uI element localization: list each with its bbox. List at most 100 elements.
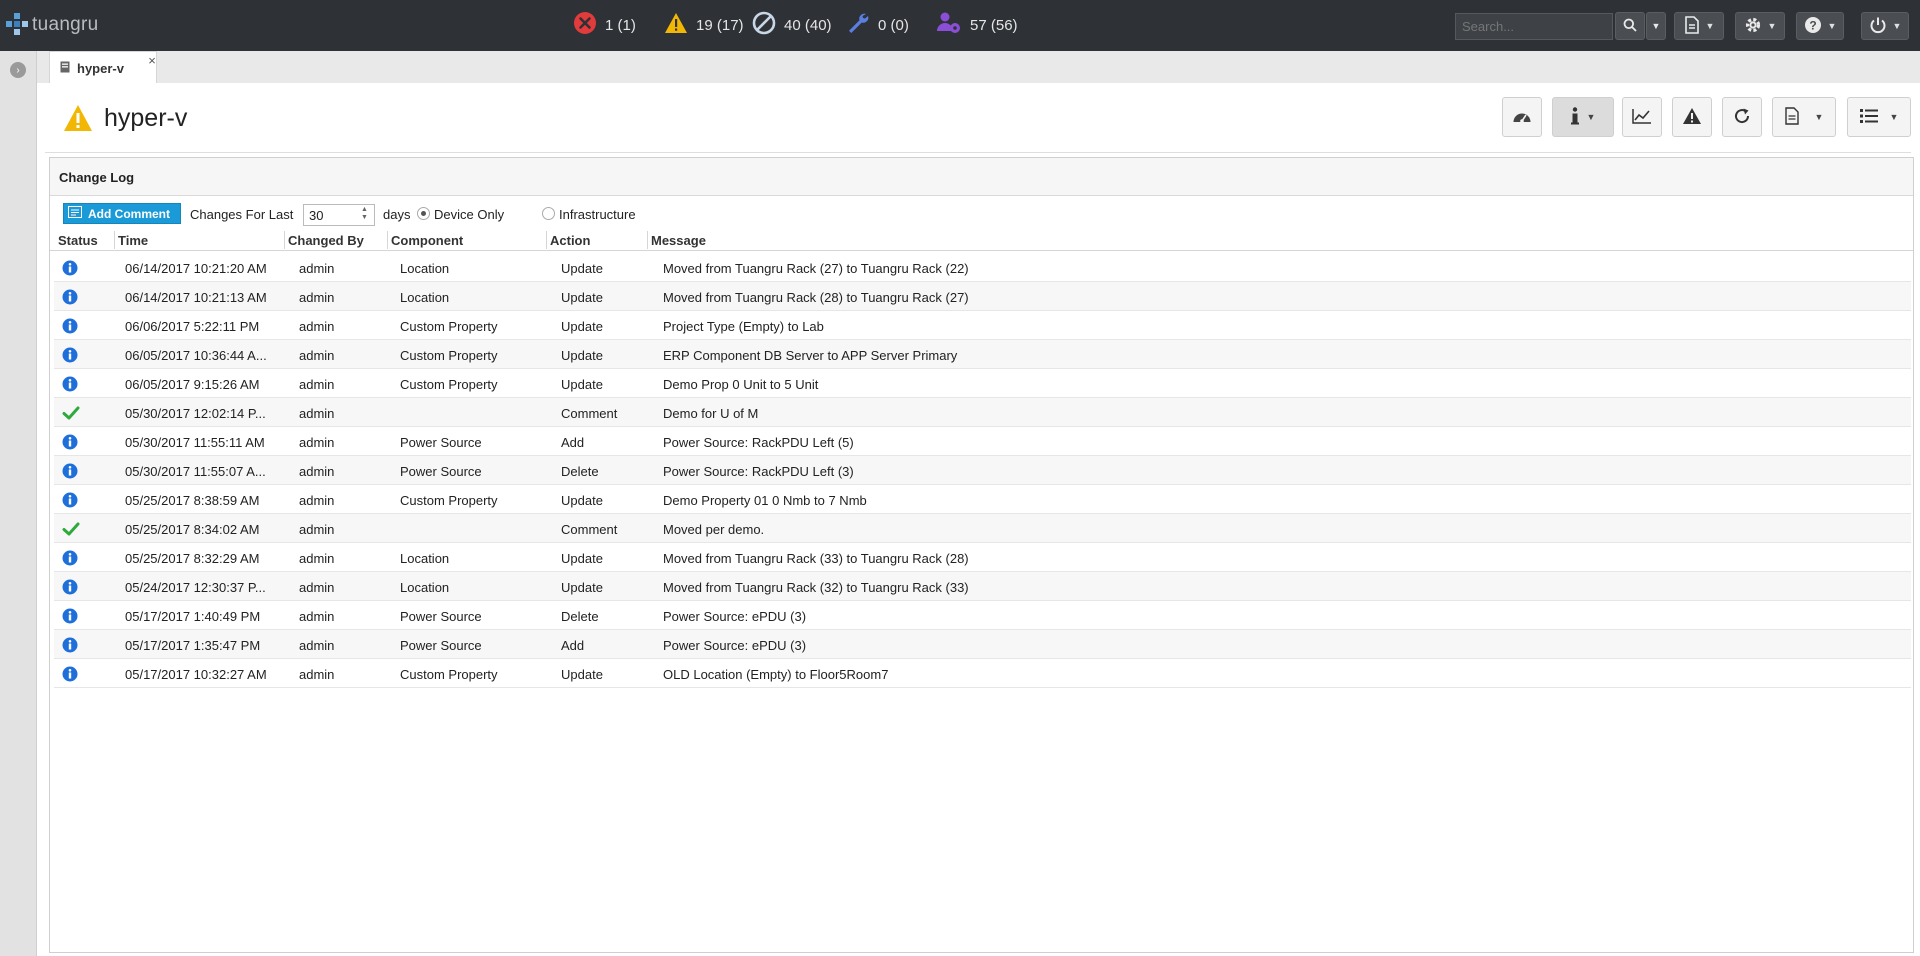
change-log-toolbar: Add Comment Changes For Last ▲ ▼ days De… (50, 196, 1913, 230)
time-cell: 05/30/2017 11:55:11 AM (125, 435, 265, 450)
time-cell: 05/24/2017 12:30:37 P... (125, 580, 266, 595)
settings-menu-button[interactable]: ▼ (1735, 12, 1785, 40)
infrastructure-radio[interactable] (542, 207, 555, 220)
infrastructure-label: Infrastructure (559, 207, 636, 222)
column-divider[interactable] (647, 231, 648, 249)
chevron-down-icon: ▼ (1767, 21, 1777, 31)
column-header-changed-by[interactable]: Changed By (288, 233, 364, 248)
device-only-radio[interactable] (417, 207, 430, 220)
search-options-dropdown[interactable]: ▼ (1646, 12, 1666, 40)
disabled-icon (752, 11, 776, 39)
table-row[interactable]: 05/25/2017 8:34:02 AM admin Comment Moved p… (54, 514, 1911, 543)
info-icon (62, 579, 78, 598)
column-header-action[interactable]: Action (550, 233, 590, 248)
power-menu-button[interactable]: ▼ (1861, 12, 1909, 40)
svg-text:?: ? (1809, 18, 1816, 32)
component-cell: Custom Property (400, 667, 498, 682)
column-header-status[interactable]: Status (58, 233, 98, 248)
changed-by-cell: admin (299, 580, 335, 595)
warning-status[interactable]: 19 (17) (664, 12, 744, 38)
column-divider[interactable] (114, 231, 115, 249)
close-tab-button[interactable]: × (146, 53, 158, 68)
reports-menu-button[interactable]: ▼ (1674, 12, 1724, 40)
search-button[interactable] (1615, 12, 1645, 40)
table-row[interactable]: 06/06/2017 5:22:11 PM admin Custom Propert… (54, 311, 1911, 340)
column-divider[interactable] (284, 231, 285, 249)
component-cell: Location (400, 290, 450, 305)
step-down-icon[interactable]: ▼ (361, 214, 368, 222)
performance-chart-button[interactable] (1622, 97, 1662, 137)
time-cell: 05/17/2017 1:40:49 PM (125, 609, 261, 624)
info-icon (62, 637, 78, 656)
warning-icon (63, 104, 93, 135)
refresh-icon (1733, 107, 1751, 128)
document-icon (1784, 106, 1799, 128)
message-cell: Demo Property 01 0 Nmb to 7 Nmb (663, 493, 867, 508)
message-cell: ERP Component DB Server to APP Server Pr… (663, 348, 958, 363)
alerts-button[interactable] (1672, 97, 1712, 137)
app-logo[interactable]: tuangru (6, 12, 99, 37)
table-row[interactable]: 05/30/2017 12:02:14 P... admin Comment Demo… (54, 398, 1911, 427)
server-icon (60, 61, 70, 76)
days-stepper[interactable]: ▲ ▼ (361, 206, 368, 222)
column-header-message[interactable]: Message (651, 233, 706, 248)
step-up-icon[interactable]: ▲ (361, 206, 368, 214)
search-input[interactable] (1455, 13, 1613, 40)
search-icon (1623, 18, 1637, 35)
add-comment-label: Add Comment (88, 206, 170, 221)
time-cell: 05/30/2017 11:55:07 A... (125, 464, 266, 479)
table-row[interactable]: 06/14/2017 10:21:20 AM admin Location Updat… (54, 253, 1911, 282)
users-count: 57 (56) (970, 16, 1018, 34)
table-row[interactable]: 05/25/2017 8:38:59 AM admin Custom Propert… (54, 485, 1911, 514)
action-cell: Update (561, 319, 603, 334)
action-cell: Update (561, 580, 603, 595)
table-row[interactable]: 06/05/2017 9:15:26 AM admin Custom Propert… (54, 369, 1911, 398)
message-cell: Moved from Tuangru Rack (33) to Tuangru … (663, 551, 969, 566)
tab-hyper-v[interactable]: hyper-v × (49, 51, 157, 84)
action-cell: Update (561, 493, 603, 508)
action-cell: Comment (561, 522, 618, 537)
changed-by-cell: admin (299, 551, 335, 566)
critical-status[interactable]: 1 (1) (573, 12, 636, 38)
table-row[interactable]: 05/30/2017 11:55:07 A... admin Power Sourc… (54, 456, 1911, 485)
table-row[interactable]: 05/25/2017 8:32:29 AM admin Location Update… (54, 543, 1911, 572)
chevron-down-icon: ▼ (1705, 21, 1715, 31)
changed-by-cell: admin (299, 319, 335, 334)
table-row[interactable]: 06/14/2017 10:21:13 AM admin Location Updat… (54, 282, 1911, 311)
changed-by-cell: admin (299, 290, 335, 305)
column-divider[interactable] (387, 231, 388, 249)
report-button[interactable]: ▼ (1772, 97, 1836, 137)
message-cell: Moved per demo. (663, 522, 765, 537)
component-cell: Power Source (400, 609, 482, 624)
dashboard-button[interactable] (1502, 97, 1542, 137)
table-row[interactable]: 05/24/2017 12:30:37 P... admin Location Upd… (54, 572, 1911, 601)
column-divider[interactable] (546, 231, 547, 249)
add-comment-button[interactable]: Add Comment (63, 203, 181, 224)
expand-sidebar-button[interactable]: › (10, 62, 26, 78)
time-cell: 06/05/2017 9:15:26 AM (125, 377, 260, 392)
table-row[interactable]: 06/05/2017 10:36:44 A... admin Custom Prop… (54, 340, 1911, 369)
warning-count: 19 (17) (696, 16, 744, 34)
view-options-button[interactable]: ▼ (1847, 97, 1911, 137)
logo-text: tuangru (32, 14, 99, 35)
table-row[interactable]: 05/17/2017 1:35:47 PM admin Power Source Ad… (54, 630, 1911, 659)
table-row[interactable]: 05/17/2017 10:32:27 AM admin Custom Proper… (54, 659, 1911, 688)
action-cell: Update (561, 261, 603, 276)
help-menu-button[interactable]: ? ▼ (1796, 12, 1844, 40)
maintenance-status[interactable]: 0 (0) (846, 12, 909, 38)
table-row[interactable]: 05/17/2017 1:40:49 PM admin Power Source De… (54, 601, 1911, 630)
users-status[interactable]: 57 (56) (936, 12, 1018, 38)
time-cell: 06/14/2017 10:21:13 AM (125, 290, 267, 305)
info-icon (62, 608, 78, 627)
checkmark-icon (62, 405, 80, 424)
column-header-time[interactable]: Time (118, 233, 148, 248)
chevron-down-icon: ▼ (1814, 112, 1824, 122)
column-header-component[interactable]: Component (391, 233, 463, 248)
info-icon (62, 347, 78, 366)
refresh-button[interactable] (1722, 97, 1762, 137)
changed-by-cell: admin (299, 464, 335, 479)
disabled-status[interactable]: 40 (40) (752, 11, 832, 39)
table-row[interactable]: 05/30/2017 11:55:11 AM admin Power Source A… (54, 427, 1911, 456)
info-icon (62, 260, 78, 279)
info-button[interactable]: ▼ (1552, 97, 1614, 137)
